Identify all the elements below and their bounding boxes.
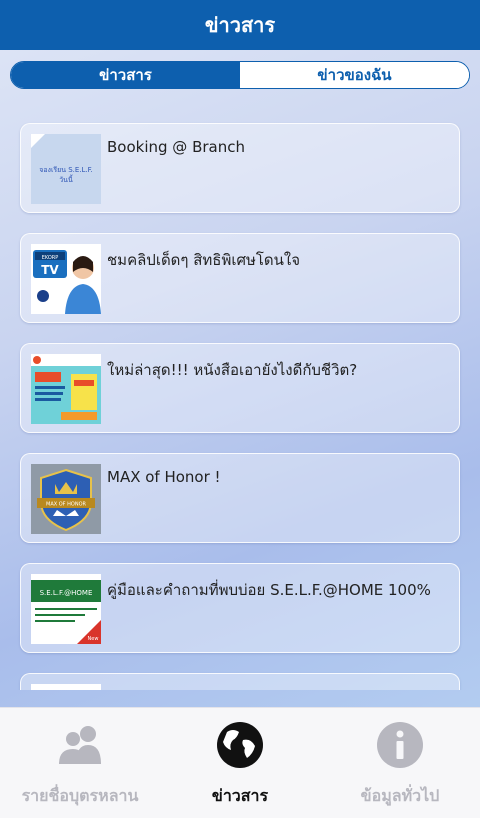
tab-news[interactable]: ข่าวสาร xyxy=(160,708,320,818)
news-card[interactable]: MAX OF HONOR MAX of Honor ! xyxy=(20,453,460,543)
news-title: คู่มือและคำถามที่พบบ่อย S.E.L.F.@HOME 10… xyxy=(107,581,431,599)
svg-text:TV: TV xyxy=(41,263,59,277)
tab-my-news[interactable]: ข่าวของฉัน xyxy=(240,62,469,88)
booking-thumbnail: จองเรียน S.E.L.F. วันนี้ xyxy=(31,134,101,204)
news-card[interactable]: EKORP TV ชมคลิปเด็ดๆ สิทธิพิเศษโดนใจ xyxy=(20,233,460,323)
news-segment-control: ข่าวสาร ข่าวของฉัน xyxy=(10,61,470,89)
book-cover-thumbnail xyxy=(31,354,101,424)
info-icon xyxy=(375,720,425,770)
news-list[interactable]: จองเรียน S.E.L.F. วันนี้ Booking @ Branc… xyxy=(0,100,480,690)
news-card[interactable] xyxy=(20,673,460,690)
news-title: Booking @ Branch xyxy=(107,138,245,156)
page-title: ข่าวสาร xyxy=(204,13,276,37)
tab-children-label: รายชื่อบุตรหลาน xyxy=(21,786,139,805)
tab-general-info[interactable]: ข้อมูลทั่วไป xyxy=(320,708,480,818)
svg-text:S.E.L.F.@HOME: S.E.L.F.@HOME xyxy=(40,589,93,597)
bottom-tab-bar: รายชื่อบุตรหลาน ข่าวสาร ข้อมูลทั่วไป xyxy=(0,707,480,818)
self-home-thumbnail: S.E.L.F.@HOME New xyxy=(31,574,101,644)
partial-thumbnail xyxy=(31,684,101,690)
svg-text:จองเรียน S.E.L.F.: จองเรียน S.E.L.F. xyxy=(39,166,93,174)
people-icon xyxy=(55,720,105,770)
tab-all-news[interactable]: ข่าวสาร xyxy=(11,62,240,88)
news-card[interactable]: S.E.L.F.@HOME New คู่มือและคำถามที่พบบ่อ… xyxy=(20,563,460,653)
svg-text:MAX OF HONOR: MAX OF HONOR xyxy=(46,502,87,508)
news-title: ชมคลิปเด็ดๆ สิทธิพิเศษโดนใจ xyxy=(107,251,301,269)
tab-news-label: ข่าวสาร xyxy=(211,786,269,805)
news-card[interactable]: จองเรียน S.E.L.F. วันนี้ Booking @ Branc… xyxy=(20,123,460,213)
svg-text:New: New xyxy=(88,636,99,642)
tab-general-info-label: ข้อมูลทั่วไป xyxy=(360,786,440,805)
news-title: ใหม่ล่าสุด!!! หนังสือเอายังไงดีกับชีวิต? xyxy=(107,361,358,379)
globe-icon xyxy=(215,720,265,770)
tv-promo-thumbnail: EKORP TV xyxy=(31,244,101,314)
svg-text:EKORP: EKORP xyxy=(42,255,59,261)
shield-crown-thumbnail: MAX OF HONOR xyxy=(31,464,101,534)
news-card[interactable]: ใหม่ล่าสุด!!! หนังสือเอายังไงดีกับชีวิต? xyxy=(20,343,460,433)
app-header: ข่าวสาร xyxy=(0,0,480,50)
news-title: MAX of Honor ! xyxy=(107,468,221,486)
tab-children-list[interactable]: รายชื่อบุตรหลาน xyxy=(0,708,160,818)
